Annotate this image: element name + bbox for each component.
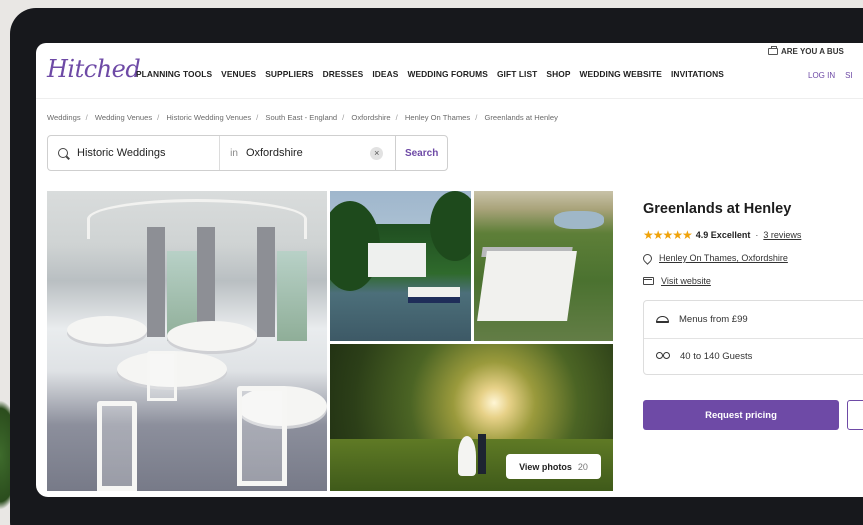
guests-fact: 40 to 140 Guests bbox=[656, 351, 752, 362]
breadcrumb: Weddings / Wedding Venues / Historic Weddi… bbox=[47, 113, 558, 122]
view-photos-button[interactable]: View photos 20 bbox=[506, 454, 601, 479]
breadcrumb-henley[interactable]: Henley On Thames bbox=[405, 113, 470, 122]
website-link[interactable]: Visit website bbox=[661, 276, 711, 286]
breadcrumb-separator: / bbox=[85, 113, 88, 122]
hitched-logo[interactable]: Hitched bbox=[47, 55, 141, 83]
search-query: Historic Weddings bbox=[77, 147, 166, 159]
photo-count: 20 bbox=[577, 461, 588, 472]
guests-icon bbox=[656, 351, 670, 362]
photo-house-river[interactable] bbox=[330, 191, 471, 341]
facts-divider bbox=[644, 338, 863, 339]
website-row: Visit website bbox=[643, 276, 711, 286]
breadcrumb-current: Greenlands at Henley bbox=[484, 113, 558, 122]
photo-aerial-estate[interactable] bbox=[474, 191, 613, 341]
breadcrumb-separator: / bbox=[157, 113, 160, 122]
location-value: Oxfordshire bbox=[245, 147, 303, 159]
rating-score: 4.9 Excellent bbox=[695, 230, 751, 240]
clear-icon[interactable]: × bbox=[370, 147, 384, 160]
website-icon bbox=[643, 277, 654, 285]
main-nav: PLANNING TOOLS VENUES SUPPLIERS DRESSES … bbox=[136, 69, 724, 79]
account-links: LOG IN SI bbox=[808, 71, 853, 80]
menus-fact: Menus from £99 bbox=[656, 314, 748, 325]
breadcrumb-weddings[interactable]: Weddings bbox=[47, 113, 81, 122]
venue-title: Greenlands at Henley bbox=[643, 201, 792, 217]
search-bar: Historic Weddings in Oxfordshire × Searc… bbox=[47, 135, 448, 171]
location-pin-icon bbox=[641, 251, 654, 265]
nav-suppliers[interactable]: SUPPLIERS bbox=[265, 69, 313, 79]
secondary-action-button[interactable] bbox=[847, 400, 863, 430]
search-button[interactable]: Search bbox=[395, 136, 447, 170]
signup-link[interactable]: SI bbox=[845, 71, 853, 80]
photo-reception-room[interactable] bbox=[47, 191, 327, 491]
request-pricing-button[interactable]: Request pricing bbox=[643, 400, 839, 430]
business-link[interactable]: ARE YOU A BUS bbox=[768, 46, 844, 56]
location-link[interactable]: Henley On Thames, Oxfordshire bbox=[659, 253, 788, 263]
browser-screen: Hitched PLANNING TOOLS VENUES SUPPLIERS … bbox=[36, 43, 863, 497]
breadcrumb-oxfordshire[interactable]: Oxfordshire bbox=[351, 113, 390, 122]
guests-capacity: 40 to 140 Guests bbox=[680, 351, 753, 362]
breadcrumb-separator: / bbox=[395, 113, 398, 122]
nav-shop[interactable]: SHOP bbox=[546, 69, 570, 79]
breadcrumb-wedding-venues[interactable]: Wedding Venues bbox=[95, 113, 152, 122]
nav-ideas[interactable]: IDEAS bbox=[372, 69, 398, 79]
search-input[interactable]: Historic Weddings bbox=[48, 136, 221, 170]
search-icon bbox=[58, 148, 68, 158]
breadcrumb-separator: / bbox=[342, 113, 345, 122]
breadcrumb-south-east[interactable]: South East - England bbox=[265, 113, 337, 122]
nav-wedding-forums[interactable]: WEDDING FORUMS bbox=[407, 69, 488, 79]
breadcrumb-historic-venues[interactable]: Historic Wedding Venues bbox=[166, 113, 251, 122]
breadcrumb-separator: / bbox=[475, 113, 478, 122]
menus-price: Menus from £99 bbox=[679, 314, 748, 325]
venue-facts-box: Menus from £99 40 to 140 Guests bbox=[643, 300, 863, 375]
rating-separator: · bbox=[755, 230, 759, 240]
rating-row: ★★★★★ 4.9 Excellent · 3 reviews bbox=[643, 228, 801, 242]
nav-wedding-website[interactable]: WEDDING WEBSITE bbox=[580, 69, 662, 79]
nav-venues[interactable]: VENUES bbox=[221, 69, 256, 79]
login-link[interactable]: LOG IN bbox=[808, 71, 835, 80]
nav-gift-list[interactable]: GIFT LIST bbox=[497, 69, 537, 79]
briefcase-icon bbox=[768, 46, 778, 55]
business-link-label: ARE YOU A BUS bbox=[781, 47, 844, 56]
location-input[interactable]: in Oxfordshire × bbox=[220, 136, 395, 170]
nav-planning-tools[interactable]: PLANNING TOOLS bbox=[136, 69, 212, 79]
site-header: Hitched PLANNING TOOLS VENUES SUPPLIERS … bbox=[36, 43, 863, 99]
nav-dresses[interactable]: DRESSES bbox=[323, 69, 364, 79]
cloche-icon bbox=[656, 316, 669, 323]
nav-invitations[interactable]: INVITATIONS bbox=[671, 69, 724, 79]
reviews-link[interactable]: 3 reviews bbox=[763, 230, 801, 240]
location-row: Henley On Thames, Oxfordshire bbox=[641, 251, 788, 265]
star-rating-icon: ★★★★★ bbox=[643, 228, 693, 242]
location-in-label: in bbox=[230, 147, 238, 159]
breadcrumb-separator: / bbox=[256, 113, 259, 122]
view-photos-label: View photos bbox=[519, 461, 572, 472]
